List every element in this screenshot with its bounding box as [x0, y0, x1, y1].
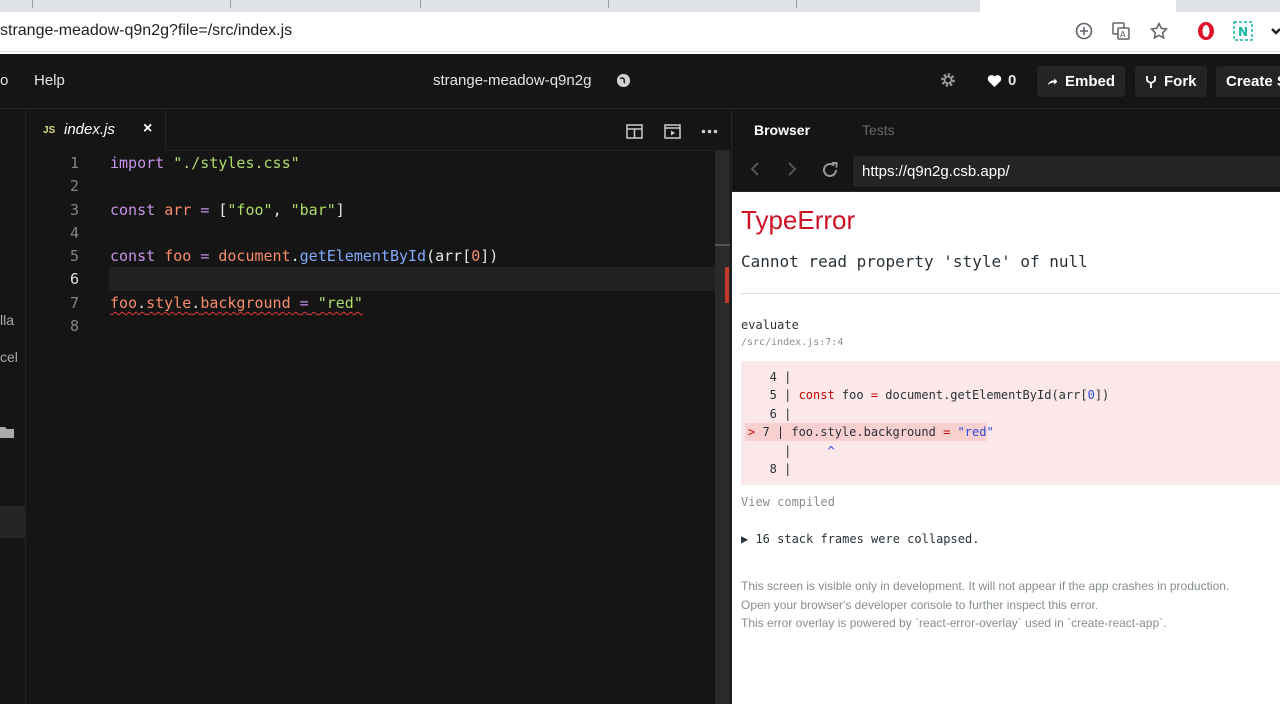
collapsed-frames-toggle[interactable]: ▶ 16 stack frames were collapsed.	[741, 532, 979, 546]
embed-button[interactable]: Embed	[1037, 66, 1125, 97]
tab-filename: index.js	[64, 121, 115, 138]
editor-scrollbar[interactable]	[715, 151, 730, 704]
tab-separator	[608, 0, 609, 8]
create-label: Create S	[1226, 73, 1280, 90]
view-compiled-link[interactable]: View compiled	[741, 495, 835, 509]
activity-sidebar: lla cel	[0, 110, 26, 704]
sidebar-item-fragment[interactable]: cel	[0, 349, 18, 365]
line-number: 5	[69, 247, 79, 265]
line-number: 7	[69, 294, 79, 312]
share-arrow-icon	[1047, 78, 1058, 86]
preview-pane: Browser Tests https://q9n2g.csb.app/ Typ…	[731, 110, 1280, 704]
svg-text:A: A	[1120, 30, 1126, 39]
translate-icon[interactable]: A	[1110, 20, 1132, 42]
codesandbox-header: o Help strange-meadow-q9n2g 0 Embed Fork…	[0, 54, 1280, 109]
like-button[interactable]: 0	[987, 72, 1016, 89]
preview-tab-bar: Browser Tests	[732, 110, 1280, 151]
code-editor: JS index.js × 1 2 3 4 5 6 7 8 import "./…	[27, 110, 730, 704]
sidebar-item-fragment[interactable]: lla	[0, 312, 14, 328]
tab-separator	[796, 0, 797, 8]
line-number: 8	[69, 317, 79, 335]
code-line: import "./styles.css"	[110, 154, 300, 172]
fork-button[interactable]: Fork	[1135, 66, 1207, 97]
scrollbar-cursor-marker	[715, 244, 730, 246]
heart-icon	[987, 74, 1002, 87]
line-number-current: 6	[69, 270, 79, 288]
gear-icon	[941, 73, 955, 87]
code-snippet: 4 | 5 | const foo = document.getElementB…	[741, 361, 1280, 485]
menu-item-fragment[interactable]: o	[0, 72, 8, 89]
sidebar-item-selected[interactable]	[0, 506, 26, 538]
tab-separator	[230, 0, 231, 8]
sandbox-title[interactable]: strange-meadow-q9n2g	[433, 72, 591, 89]
snippet-line: | ^	[748, 444, 835, 458]
globe-icon[interactable]	[617, 74, 630, 87]
code-area[interactable]: 1 2 3 4 5 6 7 8 import "./styles.css" co…	[27, 151, 717, 704]
browser-tab-active[interactable]	[980, 0, 1176, 12]
fork-icon	[1146, 75, 1156, 88]
tab-browser[interactable]: Browser	[754, 122, 810, 138]
stack-frame-location[interactable]: /src/index.js:7:4	[741, 337, 843, 348]
browser-url-input[interactable]: strange-meadow-q9n2g?file=/src/index.js	[0, 22, 292, 40]
star-icon[interactable]	[1148, 20, 1170, 42]
divider	[741, 293, 1280, 294]
js-file-icon: JS	[43, 125, 56, 136]
fork-label: Fork	[1164, 73, 1197, 90]
editor-tab-bar: JS index.js ×	[27, 110, 730, 151]
embed-label: Embed	[1064, 73, 1115, 90]
line-number: 1	[69, 154, 79, 172]
footnote: This screen is visible only in developme…	[741, 579, 1230, 593]
stack-frame-function: evaluate	[741, 318, 799, 332]
add-icon[interactable]	[1073, 20, 1095, 42]
back-icon[interactable]	[750, 161, 760, 182]
snippet-line: 4 |	[748, 370, 792, 384]
svg-text:N: N	[1238, 25, 1248, 39]
preview-url-input[interactable]: https://q9n2g.csb.app/	[853, 156, 1280, 187]
snippet-line: 8 |	[748, 462, 792, 476]
likes-count: 0	[1008, 72, 1017, 89]
folder-icon[interactable]	[0, 425, 14, 443]
settings-button[interactable]	[940, 72, 956, 88]
scrollbar-thumb[interactable]	[715, 151, 730, 704]
forward-icon[interactable]	[787, 161, 797, 182]
error-overlay: TypeError Cannot read property 'style' o…	[732, 192, 1280, 704]
create-sandbox-button[interactable]: Create S	[1216, 66, 1280, 97]
tab-tests[interactable]: Tests	[862, 122, 895, 138]
close-icon[interactable]: ×	[143, 120, 152, 138]
error-title: TypeError	[741, 205, 856, 235]
chevron-icon[interactable]	[1265, 20, 1280, 42]
snippet-line: 6 |	[748, 407, 792, 421]
tab-index-js[interactable]: JS index.js ×	[27, 110, 166, 151]
refresh-icon[interactable]	[821, 161, 839, 184]
current-line-highlight	[109, 267, 717, 291]
error-message: Cannot read property 'style' of null	[741, 252, 1088, 271]
footnote: Open your browser's developer console to…	[741, 598, 1099, 612]
scrollbar-error-marker	[725, 267, 729, 303]
code-line: const foo = document.getElementById(arr[…	[110, 247, 499, 265]
split-view-icon[interactable]	[625, 122, 643, 140]
menu-item-help[interactable]: Help	[34, 72, 65, 89]
preview-nav-row: https://q9n2g.csb.app/	[732, 151, 1280, 192]
line-number: 4	[69, 224, 79, 242]
snippet-line: 5 | const foo = document.getElementById(…	[748, 388, 1110, 402]
footnote: This error overlay is powered by `react-…	[741, 616, 1167, 630]
browser-address-bar: strange-meadow-q9n2g?file=/src/index.js …	[0, 12, 1280, 52]
tab-separator	[420, 0, 421, 8]
line-number: 3	[69, 201, 79, 219]
opera-icon[interactable]	[1195, 20, 1217, 42]
snippet-line-error: > 7 | foo.style.background = "red"	[748, 425, 994, 439]
more-icon[interactable]	[700, 122, 718, 140]
code-line: const arr = ["foo", "bar"]	[110, 201, 345, 219]
tab-separator	[32, 0, 33, 8]
preview-pane-icon[interactable]	[663, 122, 681, 140]
line-number: 2	[69, 177, 79, 195]
code-line-error: foo.style.background = "red"	[110, 294, 363, 312]
browser-tab-strip	[0, 0, 1280, 12]
notion-icon[interactable]: N	[1232, 20, 1254, 42]
